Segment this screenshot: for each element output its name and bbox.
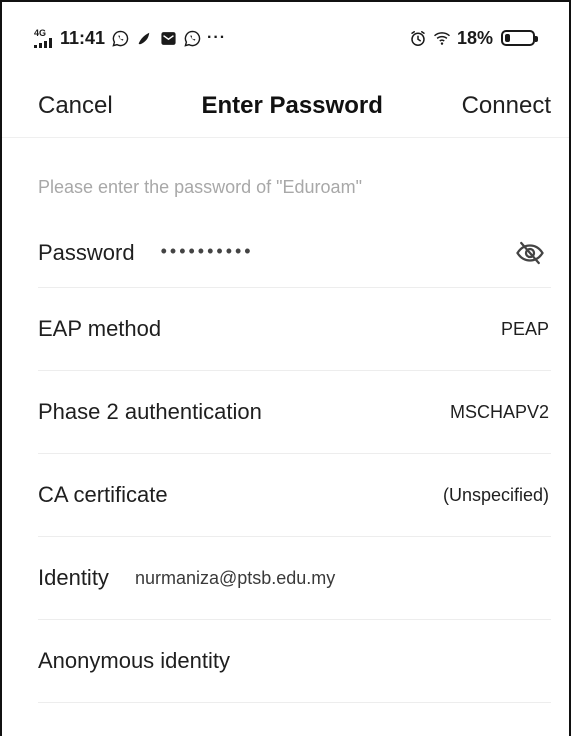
wifi-icon: [433, 29, 451, 47]
password-input[interactable]: ••••••••••: [161, 241, 254, 262]
password-field-group: Password ••••••••••: [38, 240, 254, 266]
eye-off-icon[interactable]: [513, 236, 547, 270]
anonymous-identity-row[interactable]: Anonymous identity: [38, 620, 551, 703]
mail-icon: [159, 29, 177, 47]
more-notifications-icon: ···: [207, 29, 227, 46]
battery-percent: 18%: [456, 27, 493, 48]
maps-icon: [135, 29, 153, 47]
battery-level: [505, 34, 510, 42]
signal-indicator: 4G: [34, 27, 52, 48]
identity-row[interactable]: Identity nurmaniza@ptsb.edu.my: [38, 537, 551, 620]
phone-screen: 4G 11:41 ··· 18% Cancel Enter Password C…: [0, 0, 571, 736]
ca-certificate-label: CA certificate: [38, 482, 168, 507]
phase2-auth-row[interactable]: Phase 2 authentication MSCHAPV2: [38, 371, 551, 454]
network-type: 4G: [34, 27, 47, 38]
alarm-icon: [409, 29, 427, 47]
eap-method-label: EAP method: [38, 316, 162, 341]
status-right: 18%: [409, 27, 538, 49]
connect-button[interactable]: Connect: [462, 92, 551, 120]
identity-label: Identity: [38, 565, 109, 590]
ca-certificate-value: (Unspecified): [442, 484, 549, 505]
password-hint: Please enter the password of "Eduroam": [38, 177, 362, 197]
password-label: Password: [38, 240, 135, 265]
identity-input[interactable]: nurmaniza@ptsb.edu.my: [135, 568, 335, 589]
phase2-auth-value: MSCHAPV2: [449, 401, 549, 422]
identity-field-group: Identity nurmaniza@ptsb.edu.my: [38, 565, 335, 591]
ca-certificate-row[interactable]: CA certificate (Unspecified): [38, 454, 551, 537]
signal-bars-icon: [34, 37, 52, 48]
wifi-form: Please enter the password of "Eduroam" P…: [2, 139, 569, 703]
whatsapp-icon: [183, 29, 201, 47]
status-time: 11:41: [60, 27, 106, 48]
battery-icon: [501, 30, 538, 46]
cancel-button[interactable]: Cancel: [38, 92, 113, 120]
phase2-auth-label: Phase 2 authentication: [38, 399, 262, 424]
page-title: Enter Password: [201, 91, 383, 119]
dialog-header: Cancel Enter Password Connect: [2, 74, 569, 138]
eap-method-row[interactable]: EAP method PEAP: [38, 288, 551, 371]
whatsapp-icon: [111, 29, 129, 47]
eap-method-value: PEAP: [500, 318, 549, 339]
status-left: 4G 11:41 ···: [34, 28, 226, 49]
anonymous-identity-label: Anonymous identity: [38, 648, 230, 673]
status-bar: 4G 11:41 ··· 18%: [2, 2, 569, 74]
password-row[interactable]: Password ••••••••••: [38, 219, 551, 288]
